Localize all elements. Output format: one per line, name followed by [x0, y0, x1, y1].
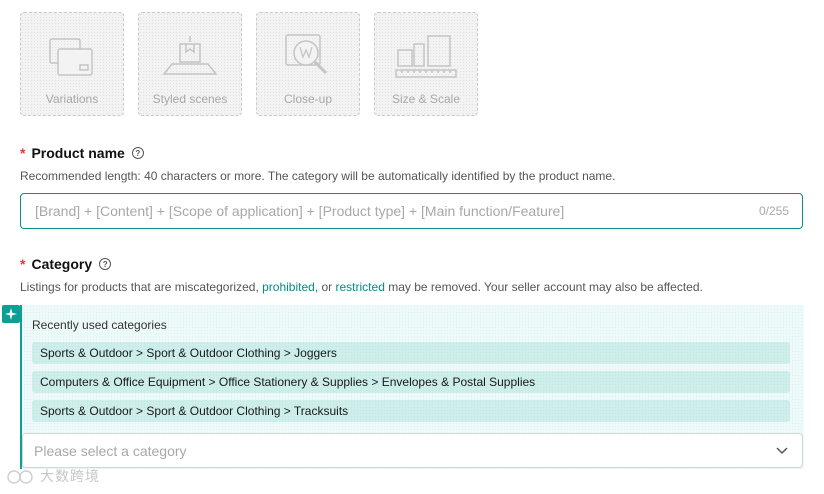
variations-tile[interactable]: Variations — [20, 12, 124, 116]
char-counter: 0/255 — [758, 204, 789, 218]
size-scale-tile[interactable]: Size & Scale — [374, 12, 478, 116]
required-mark: * — [20, 256, 26, 272]
tile-label: Close-up — [283, 92, 333, 106]
hint-text: may be removed. Your seller account may … — [384, 280, 703, 294]
required-mark: * — [20, 145, 26, 161]
styled-scenes-icon — [139, 31, 241, 83]
tile-label: Variations — [45, 92, 99, 106]
watermark-logo — [7, 470, 33, 484]
product-name-hint: Recommended length: 40 characters or mor… — [20, 169, 616, 183]
hint-text: , or — [314, 280, 336, 294]
recent-categories-title: Recently used categories — [32, 318, 167, 332]
close-up-icon — [257, 31, 359, 83]
prohibited-link[interactable]: prohibited — [262, 280, 315, 294]
category-hint: Listings for products that are miscatego… — [20, 280, 703, 294]
watermark-text: 大数跨境 — [40, 468, 100, 484]
watermark: 大数跨境 — [6, 466, 100, 486]
close-up-tile[interactable]: Close-up — [256, 12, 360, 116]
help-icon[interactable]: ? — [131, 147, 144, 159]
category-label: * Category ? — [20, 256, 112, 272]
recent-category-item[interactable]: Computers & Office Equipment > Office St… — [32, 371, 790, 393]
product-name-field[interactable]: 0/255 — [20, 193, 803, 229]
recent-category-item[interactable]: Sports & Outdoor > Sport & Outdoor Cloth… — [32, 400, 790, 422]
help-icon[interactable]: ? — [99, 258, 112, 270]
styled-scenes-tile[interactable]: Styled scenes — [138, 12, 242, 116]
sparkle-icon — [2, 305, 20, 323]
chevron-down-icon — [776, 446, 788, 455]
restricted-link[interactable]: restricted — [336, 280, 385, 294]
category-select-placeholder: Please select a category — [34, 442, 187, 459]
variations-icon — [21, 31, 123, 83]
product-name-label: * Product name ? — [20, 145, 144, 161]
recent-category-item[interactable]: Sports & Outdoor > Sport & Outdoor Cloth… — [32, 342, 790, 364]
category-select[interactable]: Please select a category — [22, 433, 803, 468]
hint-text: Listings for products that are miscatego… — [20, 280, 263, 294]
tile-label: Size & Scale — [391, 92, 461, 106]
category-title: Category — [31, 256, 93, 272]
size-scale-icon — [375, 31, 477, 83]
product-name-title: Product name — [31, 145, 125, 161]
product-name-input[interactable] — [33, 195, 759, 227]
tile-label: Styled scenes — [152, 92, 228, 106]
